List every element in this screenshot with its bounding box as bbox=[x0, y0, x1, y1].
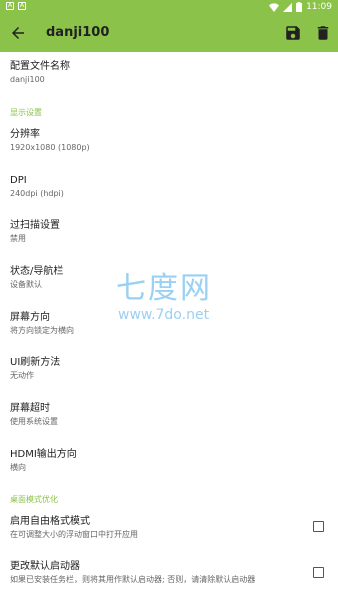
pref-summary: danji100 bbox=[10, 75, 45, 84]
pref-ui-refresh[interactable]: UI刷新方法 无动作 bbox=[10, 356, 328, 381]
pref-summary: 设备默认 bbox=[10, 280, 42, 289]
pref-screen-timeout[interactable]: 屏幕超时 使用系统设置 bbox=[10, 402, 328, 427]
pref-profile-name[interactable]: 配置文件名称 danji100 bbox=[10, 60, 328, 85]
notification-a-icon: A bbox=[18, 2, 26, 10]
category-desktop: 桌面模式优化 bbox=[10, 495, 58, 504]
pref-summary: 在可调整大小的浮动窗口中打开应用 bbox=[10, 530, 138, 539]
freeform-checkbox[interactable] bbox=[313, 521, 324, 532]
pref-freeform-mode[interactable]: 启用自由格式模式 在可调整大小的浮动窗口中打开应用 bbox=[10, 515, 328, 540]
save-icon[interactable] bbox=[284, 24, 302, 42]
pref-summary: 240dpi (hdpi) bbox=[10, 189, 64, 198]
pref-summary: 如果已安装任务栏，则将其用作默认启动器; 否则，请清除默认启动器 bbox=[10, 575, 256, 584]
pref-resolution[interactable]: 分辨率 1920x1080 (1080p) bbox=[10, 128, 328, 153]
back-arrow-icon[interactable] bbox=[9, 24, 27, 42]
pref-title: 屏幕超时 bbox=[10, 403, 50, 414]
pref-summary: 使用系统设置 bbox=[10, 417, 58, 426]
pref-title: 更改默认启动器 bbox=[10, 561, 80, 572]
delete-icon[interactable] bbox=[314, 24, 332, 42]
pref-title: HDMI输出方向 bbox=[10, 449, 77, 460]
pref-title: DPI bbox=[10, 175, 27, 186]
wifi-icon bbox=[269, 2, 280, 12]
pref-hdmi-orientation[interactable]: HDMI输出方向 横向 bbox=[10, 448, 328, 473]
category-display: 显示设置 bbox=[10, 108, 42, 117]
pref-summary: 无动作 bbox=[10, 371, 34, 380]
pref-title: 状态/导航栏 bbox=[10, 266, 64, 277]
pref-screen-orientation[interactable]: 屏幕方向 将方向锁定为横向 bbox=[10, 311, 328, 336]
pref-title: 屏幕方向 bbox=[10, 312, 50, 323]
pref-summary: 禁用 bbox=[10, 234, 26, 243]
default-launcher-checkbox[interactable] bbox=[313, 567, 324, 578]
pref-title: 启用自由格式模式 bbox=[10, 516, 90, 527]
pref-overscan[interactable]: 过扫描设置 禁用 bbox=[10, 219, 328, 244]
pref-title: 分辨率 bbox=[10, 129, 40, 140]
pref-title: UI刷新方法 bbox=[10, 357, 61, 368]
status-bar: A A 11:09 bbox=[0, 0, 338, 14]
signal-icon bbox=[283, 2, 293, 12]
battery-icon bbox=[296, 2, 303, 12]
pref-summary: 将方向锁定为横向 bbox=[10, 326, 74, 335]
notification-a-icon: A bbox=[6, 2, 14, 10]
pref-title: 配置文件名称 bbox=[10, 61, 70, 72]
pref-summary: 1920x1080 (1080p) bbox=[10, 143, 90, 152]
pref-summary: 横向 bbox=[10, 463, 26, 472]
pref-default-launcher[interactable]: 更改默认启动器 如果已安装任务栏，则将其用作默认启动器; 否则，请清除默认启动器 bbox=[10, 560, 328, 585]
status-time: 11:09 bbox=[306, 2, 332, 12]
app-toolbar: danji100 bbox=[0, 14, 338, 52]
pref-title: 过扫描设置 bbox=[10, 220, 60, 231]
pref-status-nav-bar[interactable]: 状态/导航栏 设备默认 bbox=[10, 265, 328, 290]
page-title: danji100 bbox=[46, 25, 110, 40]
pref-dpi[interactable]: DPI 240dpi (hdpi) bbox=[10, 174, 328, 199]
